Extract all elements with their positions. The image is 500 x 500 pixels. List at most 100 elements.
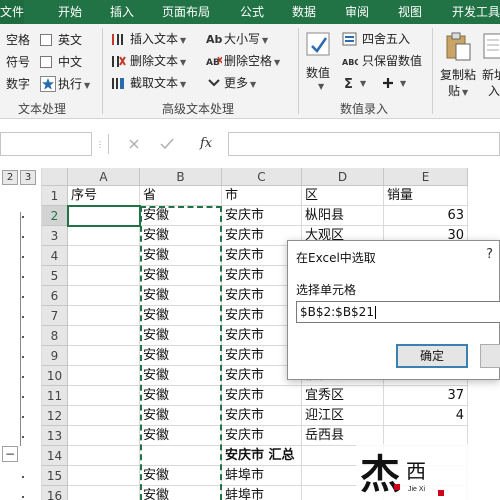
row-header[interactable]: 13	[42, 426, 68, 446]
cell-a4[interactable]	[68, 246, 140, 266]
cell-a10[interactable]	[68, 366, 140, 386]
cell-b7[interactable]: 安徽	[140, 306, 222, 326]
row-header[interactable]: 7	[42, 306, 68, 326]
cell-b15[interactable]: 安徽	[140, 466, 222, 486]
more-button[interactable]: 更多 ▼	[224, 75, 256, 93]
round-button[interactable]: 四舍五入	[362, 31, 410, 47]
delete-text-button[interactable]: 删除文本 ▼	[130, 53, 186, 71]
cell-e13[interactable]	[384, 426, 468, 446]
column-header-c[interactable]: C	[222, 168, 302, 186]
cell-a2[interactable]	[68, 206, 140, 226]
cell-c13[interactable]: 安庆市	[222, 426, 302, 446]
chinese-checkbox[interactable]	[40, 56, 52, 68]
plus-dropdown-icon[interactable]: ▼	[400, 79, 406, 88]
cell-a14[interactable]	[68, 446, 140, 466]
row-header[interactable]: 16	[42, 486, 68, 500]
cell-b9[interactable]: 安徽	[140, 346, 222, 366]
tab-formulas[interactable]: 公式	[240, 0, 264, 24]
plus-icon[interactable]	[380, 75, 396, 91]
column-header-b[interactable]: B	[140, 168, 222, 186]
cell-d12[interactable]: 迎江区	[302, 406, 384, 426]
row-header[interactable]: 3	[42, 226, 68, 246]
row-header[interactable]: 12	[42, 406, 68, 426]
cell-c11[interactable]: 安庆市	[222, 386, 302, 406]
cell-b8[interactable]: 安徽	[140, 326, 222, 346]
cell-e1[interactable]: 销量	[384, 186, 468, 206]
cell-c16[interactable]: 蚌埠市	[222, 486, 302, 500]
cell-b4[interactable]: 安徽	[140, 246, 222, 266]
cell-b10[interactable]: 安徽	[140, 366, 222, 386]
row-header[interactable]: 11	[42, 386, 68, 406]
row-header[interactable]: 4	[42, 246, 68, 266]
row-header[interactable]: 9	[42, 346, 68, 366]
cancel-icon[interactable]	[128, 138, 140, 150]
cell-a8[interactable]	[68, 326, 140, 346]
cell-b2[interactable]: 安徽	[140, 206, 222, 226]
range-input[interactable]: $B$2:$B$21	[296, 301, 500, 323]
outline-level-3-button[interactable]: 3	[20, 170, 36, 185]
tab-insert[interactable]: 插入	[110, 0, 134, 24]
cell-a9[interactable]	[68, 346, 140, 366]
cell-b13[interactable]: 安徽	[140, 426, 222, 446]
cell-e11[interactable]: 37	[384, 386, 468, 406]
row-header[interactable]: 6	[42, 286, 68, 306]
row-header[interactable]: 1	[42, 186, 68, 206]
cell-c2[interactable]: 安庆市	[222, 206, 302, 226]
insert-function-icon[interactable]: fx	[200, 136, 212, 151]
english-checkbox[interactable]	[40, 34, 52, 46]
row-header[interactable]: 5	[42, 266, 68, 286]
name-box-expand-icon[interactable]: ⋮	[96, 140, 104, 149]
cell-b11[interactable]: 安徽	[140, 386, 222, 406]
row-header[interactable]: 15	[42, 466, 68, 486]
outline-level-2-button[interactable]: 2	[2, 170, 18, 185]
cell-e2[interactable]: 63	[384, 206, 468, 226]
column-header-a[interactable]: A	[68, 168, 140, 186]
cell-a1[interactable]: 序号	[68, 186, 140, 206]
execute-button[interactable]: 执行 ▼	[58, 76, 90, 94]
row-header[interactable]: 10	[42, 366, 68, 386]
tab-view[interactable]: 视图	[398, 0, 422, 24]
copy-paste-button[interactable]: 复制粘	[440, 66, 476, 83]
cell-b3[interactable]: 安徽	[140, 226, 222, 246]
ok-button[interactable]: 确定	[396, 344, 468, 368]
row-header[interactable]: 2	[42, 206, 68, 226]
tab-review[interactable]: 审阅	[345, 0, 369, 24]
formula-input[interactable]	[228, 132, 500, 156]
keep-value-button[interactable]: 只保留数值	[362, 53, 422, 69]
value-button[interactable]: 数值	[306, 64, 330, 81]
cancel-button[interactable]	[480, 344, 500, 368]
tab-home[interactable]: 开始	[58, 0, 82, 24]
cell-a16[interactable]	[68, 486, 140, 500]
cell-a6[interactable]	[68, 286, 140, 306]
row-header[interactable]: 14	[42, 446, 68, 466]
tab-page-layout[interactable]: 页面布局	[162, 0, 210, 24]
symbol-option[interactable]: 符号	[6, 54, 30, 70]
cell-c12[interactable]: 安庆市	[222, 406, 302, 426]
cell-d1[interactable]: 区	[302, 186, 384, 206]
column-header-d[interactable]: D	[302, 168, 384, 186]
cell-d13[interactable]: 岳西县	[302, 426, 384, 446]
space-option[interactable]: 空格	[6, 32, 30, 48]
cell-c14[interactable]: 安庆市 汇总	[222, 446, 302, 466]
cell-b14[interactable]	[140, 446, 222, 466]
cell-b6[interactable]: 安徽	[140, 286, 222, 306]
row-header[interactable]: 8	[42, 326, 68, 346]
insert-text-button[interactable]: 插入文本 ▼	[130, 31, 186, 49]
case-button[interactable]: 大小写 ▼	[224, 31, 268, 49]
cell-a3[interactable]	[68, 226, 140, 246]
cell-a5[interactable]	[68, 266, 140, 286]
tab-data[interactable]: 数据	[292, 0, 316, 24]
cell-a7[interactable]	[68, 306, 140, 326]
cell-b5[interactable]: 安徽	[140, 266, 222, 286]
select-all-corner[interactable]	[42, 168, 68, 186]
column-header-e[interactable]: E	[384, 168, 468, 186]
cell-b12[interactable]: 安徽	[140, 406, 222, 426]
extract-text-button[interactable]: 截取文本 ▼	[130, 75, 186, 93]
cell-c1[interactable]: 市	[222, 186, 302, 206]
cell-a15[interactable]	[68, 466, 140, 486]
cell-d11[interactable]: 宜秀区	[302, 386, 384, 406]
name-box[interactable]	[0, 132, 92, 156]
cell-a13[interactable]	[68, 426, 140, 446]
cell-c15[interactable]: 蚌埠市	[222, 466, 302, 486]
cell-b16[interactable]: 安徽	[140, 486, 222, 500]
